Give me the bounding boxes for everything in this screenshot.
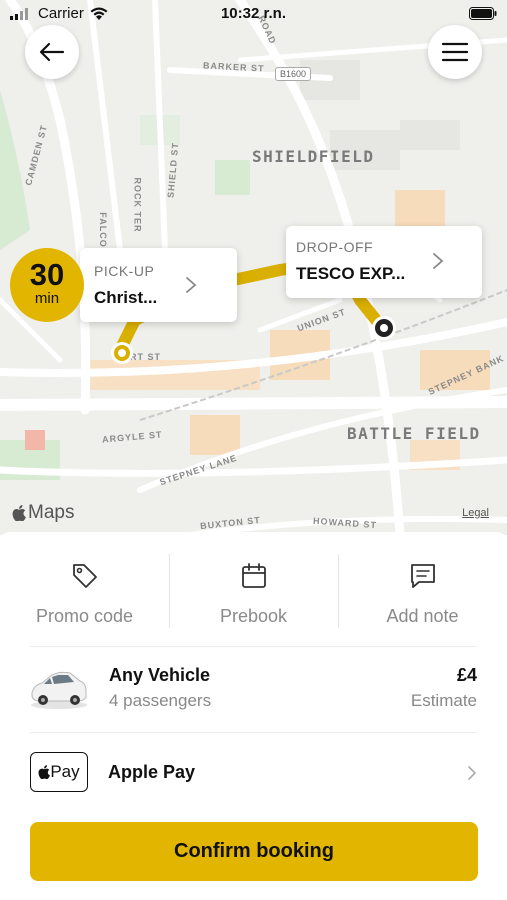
fare-estimate-label: Estimate (410, 691, 477, 710)
status-bar: Carrier 10:32 r.n. (0, 0, 507, 28)
eta-value: 30 (29, 257, 65, 292)
hamburger-menu-icon (442, 42, 468, 62)
dropoff-label: DROP-OFF (296, 239, 374, 255)
prebook-label: Prebook (219, 606, 288, 626)
prebook-button[interactable]: Prebook (169, 532, 338, 646)
pickup-label: PICK-UP (94, 263, 155, 279)
road-shield: B1600 (275, 67, 312, 81)
apple-pay-badge: Pay (30, 752, 88, 792)
apple-logo-icon (12, 505, 26, 521)
dropoff-place: TESCO EXP... (296, 264, 406, 283)
street-label: ROCK TER (132, 177, 143, 233)
apple-pay-badge-text: Pay (50, 762, 80, 781)
calendar-icon (241, 563, 266, 588)
vehicle-name: Any Vehicle (109, 665, 211, 685)
eta-unit: min (34, 290, 60, 307)
maps-attribution: Maps (12, 502, 74, 524)
district-label: SHIELDFIELD (252, 147, 375, 166)
back-arrow-icon (39, 42, 65, 62)
status-right (469, 7, 497, 25)
add-note-button[interactable]: Add note (338, 532, 507, 646)
street-label: FALCO (97, 212, 108, 248)
dropoff-callout[interactable]: DROP-OFF TESCO EXP... (286, 226, 482, 298)
tag-icon (72, 564, 97, 588)
car-icon (31, 671, 87, 709)
dropoff-marker-icon (372, 316, 396, 340)
pickup-place: Christ... (94, 288, 158, 307)
chevron-right-icon (186, 277, 197, 293)
maps-label: Maps (28, 502, 75, 523)
district-label: BATTLE FIELD (347, 424, 481, 443)
back-button[interactable] (25, 25, 79, 79)
battery-icon (469, 7, 497, 20)
apple-logo-icon (38, 765, 51, 779)
promo-code-label: Promo code (35, 606, 134, 626)
pickup-callout[interactable]: PICK-UP Christ... (80, 248, 237, 322)
chevron-right-icon (433, 253, 444, 269)
promo-code-button[interactable]: Promo code (0, 532, 169, 646)
chevron-right-icon (468, 766, 477, 780)
vehicle-passengers: 4 passengers (109, 691, 212, 710)
confirm-booking-button[interactable]: Confirm booking (30, 822, 478, 881)
legal-link[interactable]: Legal (462, 507, 489, 519)
fare-price: £4 (456, 665, 477, 685)
status-time: 10:32 r.n. (220, 5, 287, 22)
action-row: Promo code Prebook Add note (0, 532, 507, 646)
add-note-label: Add note (386, 606, 459, 626)
eta-badge: 30 min (10, 248, 84, 322)
booking-sheet: Promo code Prebook Add note Any Vehicle … (0, 532, 507, 900)
pickup-marker-icon (111, 342, 133, 364)
payment-method-label: Apple Pay (108, 762, 196, 782)
menu-button[interactable] (428, 25, 482, 79)
note-icon (410, 564, 435, 588)
